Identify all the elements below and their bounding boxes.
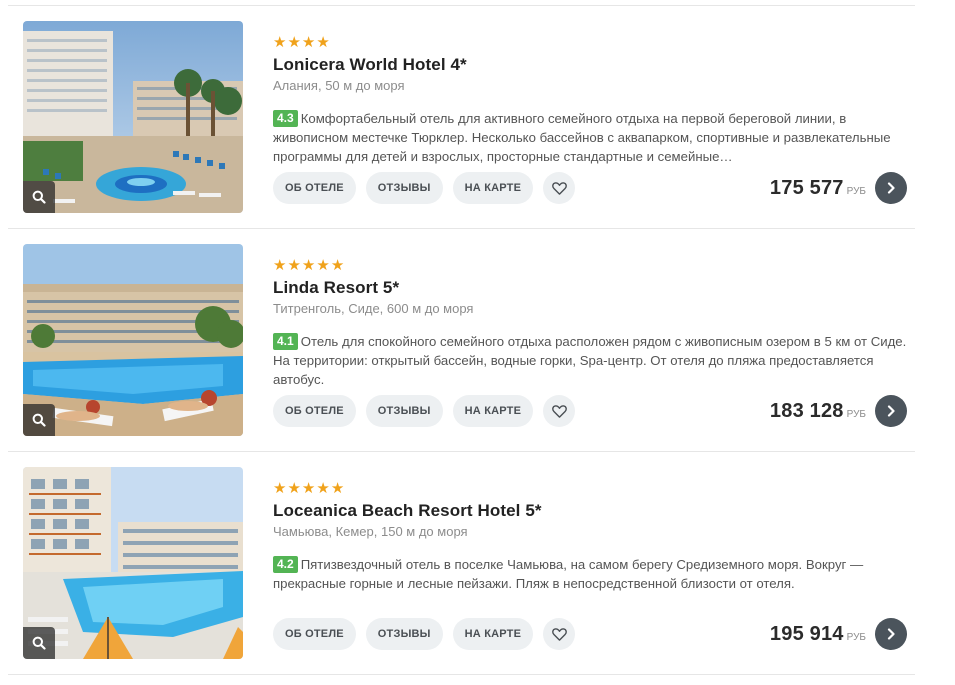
map-button[interactable]: НА КАРТЕ	[452, 395, 534, 427]
price-block: 183 128 РУБ	[770, 395, 907, 427]
hotel-card: ★ ★ ★ ★ ★ Loceanica Beach Resort Hotel 5…	[8, 452, 915, 675]
star-icon: ★	[287, 34, 301, 51]
hotel-info: ★ ★ ★ ★ Lonicera World Hotel 4* Алания, …	[273, 35, 913, 166]
star-icon: ★	[287, 257, 301, 274]
about-hotel-button[interactable]: ОБ ОТЕЛЕ	[273, 618, 356, 650]
star-icon: ★	[301, 34, 316, 51]
reviews-button[interactable]: ОТЗЫВЫ	[365, 618, 443, 650]
star-rating: ★ ★ ★ ★	[273, 35, 913, 51]
hotel-info: ★ ★ ★ ★ ★ Loceanica Beach Resort Hotel 5…	[273, 481, 913, 612]
rating-badge: 4.2	[273, 556, 298, 573]
chevron-right-icon	[887, 405, 895, 417]
hotel-photo[interactable]	[23, 244, 243, 436]
price-value: 175 577	[769, 176, 844, 199]
hotel-card: ★ ★ ★ ★ ★ Linda Resort 5* Титренголь, Си…	[8, 229, 915, 452]
go-to-hotel-button[interactable]	[875, 395, 907, 427]
map-button[interactable]: НА КАРТЕ	[452, 172, 534, 204]
hotel-description: 4.1 Отель для спокойного семейного отдыха…	[273, 332, 909, 389]
card-divider	[8, 674, 915, 675]
star-icon: ★	[287, 480, 301, 497]
hotel-description: 4.3 Комфортабельный отель для активного с…	[273, 109, 909, 166]
star-icon: ★	[273, 480, 287, 497]
hotel-location: Алания, 50 м до моря	[273, 78, 405, 93]
hotel-location: Титренголь, Сиде, 600 м до моря	[273, 301, 474, 316]
hotel-location: Чамьюва, Кемер, 150 м до моря	[273, 524, 468, 539]
star-icon: ★	[301, 257, 316, 274]
card-actions: ОБ ОТЕЛЕ ОТЗЫВЫ НА КАРТЕ	[273, 172, 576, 204]
card-actions: ОБ ОТЕЛЕ ОТЗЫВЫ НА КАРТЕ	[273, 618, 576, 650]
hotel-photo[interactable]	[23, 467, 243, 659]
about-hotel-button[interactable]: ОБ ОТЕЛЕ	[273, 172, 356, 204]
price-currency: РУБ	[846, 185, 866, 197]
reviews-button[interactable]: ОТЗЫВЫ	[365, 172, 443, 204]
hotel-info: ★ ★ ★ ★ ★ Linda Resort 5* Титренголь, Си…	[273, 258, 913, 389]
hotel-name[interactable]: Lonicera World Hotel 4*	[273, 54, 913, 76]
heart-icon	[551, 404, 567, 418]
favorite-button[interactable]	[543, 395, 576, 427]
hotel-name[interactable]: Loceanica Beach Resort Hotel 5*	[273, 500, 913, 522]
chevron-right-icon	[887, 628, 895, 640]
star-rating: ★ ★ ★ ★ ★	[273, 258, 913, 274]
price-block: 195 914 РУБ	[770, 618, 907, 650]
chevron-right-icon	[887, 182, 895, 194]
zoom-button[interactable]	[23, 404, 55, 436]
price-block: 175 577 РУБ	[770, 172, 907, 204]
price-value: 195 914	[769, 622, 844, 645]
star-rating: ★ ★ ★ ★ ★	[273, 481, 913, 497]
rating-badge: 4.3	[273, 110, 298, 127]
star-icon: ★	[330, 257, 345, 274]
rating-badge: 4.1	[273, 333, 298, 350]
reviews-button[interactable]: ОТЗЫВЫ	[365, 395, 443, 427]
hotel-description: 4.2 Пятизвездочный отель в поселке Чамьюв…	[273, 555, 909, 612]
heart-icon	[551, 181, 567, 195]
zoom-button[interactable]	[23, 181, 55, 213]
star-icon: ★	[273, 257, 287, 274]
favorite-button[interactable]	[543, 618, 576, 650]
go-to-hotel-button[interactable]	[875, 172, 907, 204]
star-icon: ★	[316, 257, 330, 274]
magnifier-icon	[32, 190, 46, 204]
description-text: Отель для спокойного семейного отдыха ра…	[273, 334, 907, 387]
price-currency: РУБ	[846, 408, 866, 420]
magnifier-icon	[32, 636, 46, 650]
zoom-button[interactable]	[23, 627, 55, 659]
star-icon: ★	[316, 34, 330, 51]
magnifier-icon	[32, 413, 46, 427]
description-text: Комфортабельный отель для активного семе…	[273, 111, 891, 164]
star-icon: ★	[301, 480, 316, 497]
heart-icon	[551, 627, 567, 641]
map-button[interactable]: НА КАРТЕ	[452, 618, 534, 650]
card-actions: ОБ ОТЕЛЕ ОТЗЫВЫ НА КАРТЕ	[273, 395, 576, 427]
star-icon: ★	[330, 480, 345, 497]
star-icon: ★	[273, 34, 287, 51]
hotel-name[interactable]: Linda Resort 5*	[273, 277, 913, 299]
star-icon: ★	[316, 480, 330, 497]
go-to-hotel-button[interactable]	[875, 618, 907, 650]
hotel-photo[interactable]	[23, 21, 243, 213]
price-value: 183 128	[769, 399, 844, 422]
about-hotel-button[interactable]: ОБ ОТЕЛЕ	[273, 395, 356, 427]
favorite-button[interactable]	[543, 172, 576, 204]
price-currency: РУБ	[846, 631, 866, 643]
hotel-card: ★ ★ ★ ★ Lonicera World Hotel 4* Алания, …	[8, 6, 915, 229]
description-text: Пятизвездочный отель в поселке Чамьюва, …	[273, 557, 864, 591]
